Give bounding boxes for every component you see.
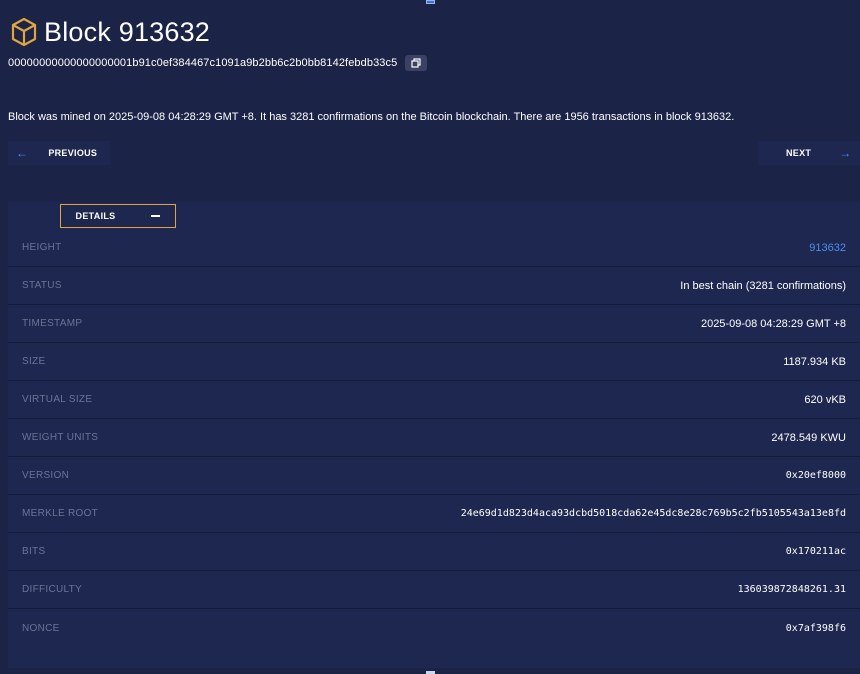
arrow-right-icon: → (839, 146, 852, 160)
block-header: Block 913632 (10, 14, 210, 50)
detail-label: TIMESTAMP (22, 318, 83, 329)
previous-block-button[interactable]: ← PREVIOUS (8, 141, 110, 165)
detail-row-height: HEIGHT 913632 (8, 229, 860, 267)
next-block-button[interactable]: NEXT → (758, 141, 860, 165)
detail-row-merkle-root: MERKLE ROOT 24e69d1d823d4aca93dcbd5018cd… (8, 495, 860, 533)
copy-hash-button[interactable] (405, 55, 428, 71)
arrow-left-icon: ← (16, 146, 29, 160)
detail-value: 620 vKB (804, 393, 846, 406)
detail-value: 2025-09-08 04:28:29 GMT +8 (700, 317, 846, 330)
details-table: HEIGHT 913632 STATUS In best chain (3281… (8, 229, 860, 647)
detail-value: In best chain (3281 confirmations) (680, 279, 846, 292)
detail-value: 24e69d1d823d4aca93dcbd5018cda62e45dc8e28… (460, 508, 846, 519)
detail-label: VIRTUAL SIZE (22, 394, 93, 405)
detail-row-weight-units: WEIGHT UNITS 2478.549 KWU (8, 419, 860, 457)
detail-row-timestamp: TIMESTAMP 2025-09-08 04:28:29 GMT +8 (8, 305, 860, 343)
detail-label: NONCE (22, 622, 60, 634)
details-panel: DETAILS HEIGHT 913632 STATUS In best cha… (8, 202, 860, 668)
detail-row-status: STATUS In best chain (3281 confirmations… (8, 267, 860, 305)
detail-value: 136039872848261.31 (737, 584, 846, 595)
detail-value: 0x7af398f6 (785, 622, 846, 634)
detail-label: BITS (22, 546, 46, 557)
detail-row-difficulty: DIFFICULTY 136039872848261.31 (8, 571, 860, 609)
detail-row-bits: BITS 0x170211ac (8, 533, 860, 571)
detail-label: SIZE (22, 356, 46, 367)
top-scroll-marker (426, 0, 435, 4)
detail-value: 0x170211ac (785, 546, 846, 557)
detail-label: WEIGHT UNITS (22, 432, 99, 443)
detail-label: VERSION (22, 470, 70, 481)
block-summary: Block was mined on 2025-09-08 04:28:29 G… (8, 111, 735, 123)
detail-row-size: SIZE 1187.934 KB (8, 343, 860, 381)
cube-icon (11, 17, 37, 47)
detail-label: STATUS (22, 280, 62, 291)
details-tab-label: DETAILS (75, 211, 116, 221)
block-hash-row: 00000000000000000001b91c0ef384467c1091a9… (8, 54, 428, 72)
detail-row-virtual-size: VIRTUAL SIZE 620 vKB (8, 381, 860, 419)
next-label: NEXT (786, 148, 812, 158)
detail-row-nonce: NONCE 0x7af398f6 (8, 609, 860, 647)
detail-label: MERKLE ROOT (22, 508, 99, 519)
detail-value: 2478.549 KWU (771, 431, 846, 444)
previous-label: PREVIOUS (48, 148, 98, 158)
block-hash[interactable]: 00000000000000000001b91c0ef384467c1091a9… (8, 57, 397, 69)
minus-icon (151, 215, 161, 217)
detail-row-version: VERSION 0x20ef8000 (8, 457, 860, 495)
detail-value: 1187.934 KB (783, 355, 846, 368)
height-link[interactable]: 913632 (809, 242, 846, 254)
details-tab[interactable]: DETAILS (60, 204, 176, 228)
copy-icon (411, 58, 421, 68)
detail-label: HEIGHT (22, 242, 62, 253)
detail-label: DIFFICULTY (22, 584, 83, 595)
page-title: Block 913632 (44, 16, 211, 47)
detail-value: 0x20ef8000 (785, 470, 846, 481)
